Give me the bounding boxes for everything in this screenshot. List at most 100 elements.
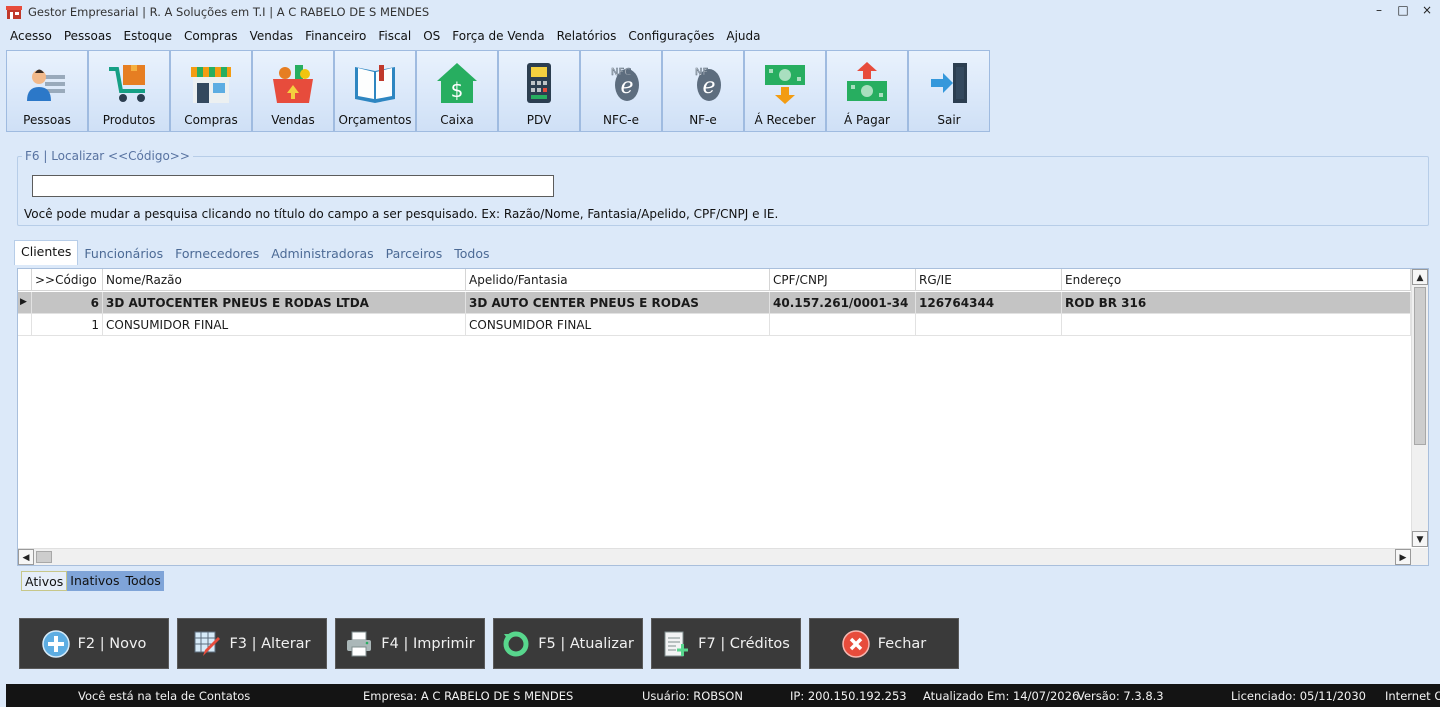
toolbar-orcamentos-button[interactable]: Orçamentos bbox=[334, 50, 416, 132]
scroll-right-icon[interactable]: ▶ bbox=[1395, 549, 1411, 565]
tab-fornecedores[interactable]: Fornecedores bbox=[169, 243, 265, 265]
cell-codigo: 1 bbox=[32, 314, 103, 335]
menu-relatorios[interactable]: Relatórios bbox=[551, 29, 623, 43]
column-header-endereco[interactable]: Endereço bbox=[1062, 269, 1411, 290]
toolbar-nfce-button[interactable]: e NFC NFC-e bbox=[580, 50, 662, 132]
tab-parceiros[interactable]: Parceiros bbox=[380, 243, 449, 265]
toolbar-produtos-button[interactable]: Produtos bbox=[88, 50, 170, 132]
toolbar-compras-button[interactable]: Compras bbox=[170, 50, 252, 132]
alterar-button[interactable]: F3 | Alterar bbox=[177, 618, 327, 669]
fechar-button[interactable]: Fechar bbox=[809, 618, 959, 669]
cell-apelido: 3D AUTO CENTER PNEUS E RODAS bbox=[466, 292, 770, 313]
toolbar-label: Sair bbox=[937, 113, 961, 127]
column-header-rg[interactable]: RG/IE bbox=[916, 269, 1062, 290]
novo-button[interactable]: F2 | Novo bbox=[19, 618, 169, 669]
cell-nome: 3D AUTOCENTER PNEUS E RODAS LTDA bbox=[103, 292, 466, 313]
cell-apelido: CONSUMIDOR FINAL bbox=[466, 314, 770, 335]
cart-icon bbox=[109, 65, 145, 102]
pay-money-icon bbox=[847, 62, 887, 101]
menu-forca-de-venda[interactable]: Força de Venda bbox=[446, 29, 550, 43]
toolbar-sair-button[interactable]: Sair bbox=[908, 50, 990, 132]
status-licenciado: Licenciado: 05/11/2030 bbox=[1231, 688, 1367, 703]
toolbar-a-pagar-button[interactable]: Á Pagar bbox=[826, 50, 908, 132]
toolbar-label: Produtos bbox=[102, 113, 156, 127]
close-window-button[interactable]: × bbox=[1420, 2, 1434, 18]
status-empresa: Empresa: A C RABELO DE S MENDES bbox=[363, 688, 574, 703]
filter-todos[interactable]: Todos bbox=[122, 571, 164, 591]
menu-vendas[interactable]: Vendas bbox=[244, 29, 300, 43]
column-header-codigo[interactable]: >>Código bbox=[32, 269, 103, 290]
filter-inativos[interactable]: Inativos bbox=[67, 571, 123, 591]
app-icon bbox=[6, 6, 22, 19]
creditos-button[interactable]: F7 | Créditos bbox=[651, 618, 801, 669]
exit-icon bbox=[931, 63, 967, 103]
toolbar-label: Vendas bbox=[271, 113, 315, 127]
toolbar-pessoas-button[interactable]: Pessoas bbox=[6, 50, 88, 132]
cell-endereco: ROD BR 316 bbox=[1062, 292, 1411, 313]
contact-tabs: Clientes Funcionários Fornecedores Admin… bbox=[14, 240, 495, 265]
grid-header: >>Código Nome/Razão Apelido/Fantasia CPF… bbox=[18, 269, 1411, 291]
table-row[interactable]: 1 CONSUMIDOR FINAL CONSUMIDOR FINAL bbox=[18, 314, 1411, 336]
toolbar-label: Caixa bbox=[440, 113, 474, 127]
search-input[interactable] bbox=[32, 175, 554, 197]
main-toolbar: Pessoas Produtos Compras Vendas Orçament… bbox=[6, 50, 990, 132]
tab-todos[interactable]: Todos bbox=[448, 243, 495, 265]
toolbar-caixa-button[interactable]: $ Caixa bbox=[416, 50, 498, 132]
scroll-up-icon[interactable]: ▲ bbox=[1412, 269, 1428, 285]
menu-bar: Acesso Pessoas Estoque Compras Vendas Fi… bbox=[0, 26, 766, 46]
fechar-label: Fechar bbox=[877, 635, 927, 652]
imprimir-label: F4 | Imprimir bbox=[381, 635, 475, 652]
menu-estoque[interactable]: Estoque bbox=[117, 29, 178, 43]
column-indicator bbox=[18, 269, 32, 290]
tab-clientes[interactable]: Clientes bbox=[14, 240, 79, 265]
minimize-button[interactable]: – bbox=[1372, 2, 1386, 18]
toolbar-a-receber-button[interactable]: Á Receber bbox=[744, 50, 826, 132]
atualizar-button[interactable]: F5 | Atualizar bbox=[493, 618, 643, 669]
menu-fiscal[interactable]: Fiscal bbox=[372, 29, 417, 43]
scrollbar-corner bbox=[1411, 548, 1428, 565]
vertical-scrollbar[interactable]: ▲ ▼ bbox=[1411, 269, 1428, 547]
pos-terminal-icon bbox=[527, 63, 551, 103]
column-header-apelido[interactable]: Apelido/Fantasia bbox=[466, 269, 770, 290]
menu-ajuda[interactable]: Ajuda bbox=[720, 29, 766, 43]
menu-configuracoes[interactable]: Configurações bbox=[622, 29, 720, 43]
cell-cpf: 40.157.261/0001-34 bbox=[770, 292, 916, 313]
status-ip: IP: 200.150.192.253 bbox=[790, 688, 907, 703]
store-icon bbox=[191, 67, 231, 103]
cell-nome: CONSUMIDOR FINAL bbox=[103, 314, 466, 335]
toolbar-vendas-button[interactable]: Vendas bbox=[252, 50, 334, 132]
toolbar-nfe-button[interactable]: e NF NF-e bbox=[662, 50, 744, 132]
add-document-icon bbox=[664, 631, 689, 656]
tab-funcionarios[interactable]: Funcionários bbox=[78, 243, 169, 265]
toolbar-pdv-button[interactable]: PDV bbox=[498, 50, 580, 132]
menu-acesso[interactable]: Acesso bbox=[4, 29, 58, 43]
horizontal-scroll-thumb[interactable] bbox=[36, 551, 52, 563]
alterar-label: F3 | Alterar bbox=[229, 635, 311, 652]
menu-pessoas[interactable]: Pessoas bbox=[58, 29, 118, 43]
column-header-cpf[interactable]: CPF/CNPJ bbox=[770, 269, 916, 290]
vertical-scroll-thumb[interactable] bbox=[1414, 287, 1426, 445]
table-row[interactable]: ▶ 6 3D AUTOCENTER PNEUS E RODAS LTDA 3D … bbox=[18, 292, 1411, 314]
status-atualizado: Atualizado Em: 14/07/2026 bbox=[923, 688, 1080, 703]
window-title: Gestor Empresarial | R. A Soluções em T.… bbox=[28, 5, 430, 19]
maximize-button[interactable]: □ bbox=[1396, 2, 1410, 18]
column-header-nome[interactable]: Nome/Razão bbox=[103, 269, 466, 290]
scroll-left-icon[interactable]: ◀ bbox=[18, 549, 34, 565]
filter-ativos[interactable]: Ativos bbox=[21, 571, 68, 591]
search-hint: Você pode mudar a pesquisa clicando no t… bbox=[24, 207, 779, 221]
book-icon bbox=[355, 65, 395, 103]
menu-compras[interactable]: Compras bbox=[178, 29, 244, 43]
tab-administradoras[interactable]: Administradoras bbox=[265, 243, 379, 265]
menu-financeiro[interactable]: Financeiro bbox=[299, 29, 372, 43]
imprimir-button[interactable]: F4 | Imprimir bbox=[335, 618, 485, 669]
title-bar: Gestor Empresarial | R. A Soluções em T.… bbox=[0, 0, 1440, 24]
horizontal-scrollbar[interactable]: ◀ ▶ bbox=[18, 548, 1411, 565]
toolbar-label: Á Pagar bbox=[844, 113, 890, 127]
refresh-icon bbox=[503, 631, 529, 656]
nfce-icon: e NFC bbox=[611, 67, 639, 101]
search-legend: F6 | Localizar <<Código>> bbox=[22, 149, 193, 163]
menu-os[interactable]: OS bbox=[417, 29, 446, 43]
cell-codigo: 6 bbox=[32, 292, 103, 313]
scroll-down-icon[interactable]: ▼ bbox=[1412, 531, 1428, 547]
status-screen: Você está na tela de Contatos bbox=[78, 688, 251, 703]
